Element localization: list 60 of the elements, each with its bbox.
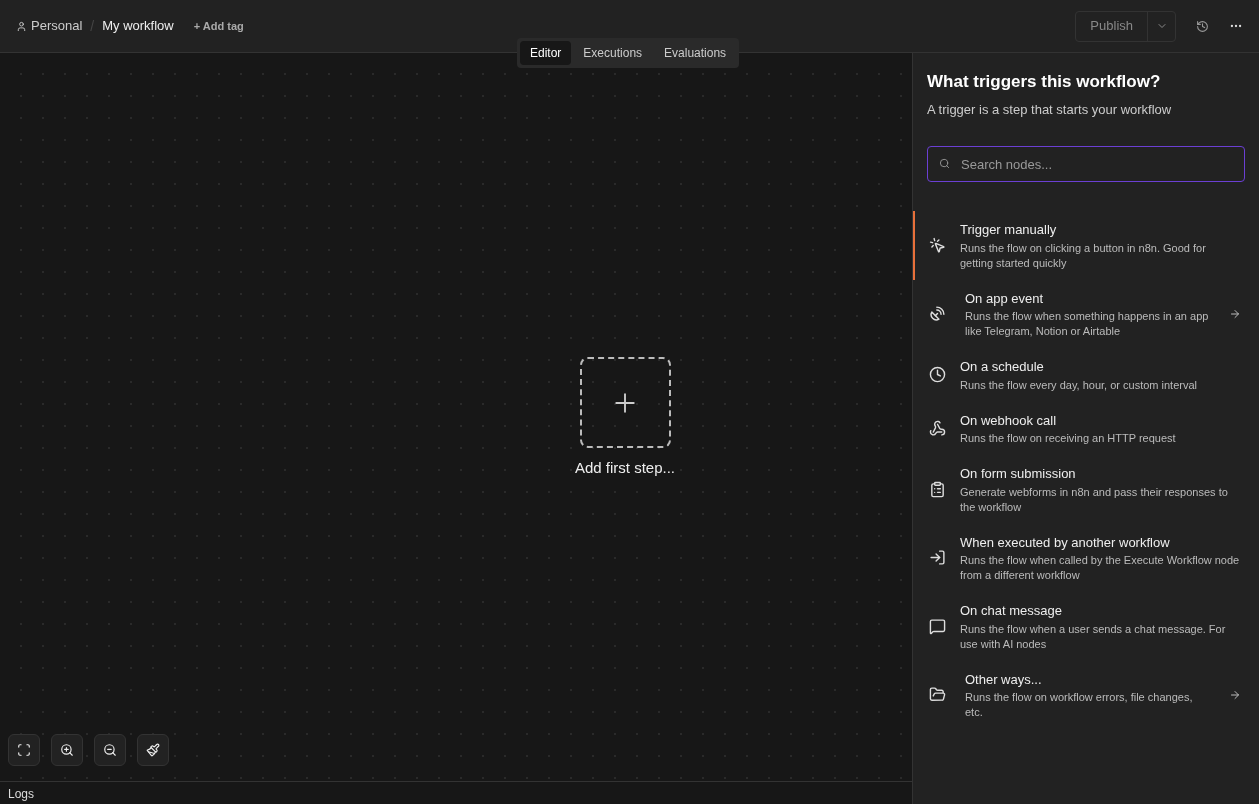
trigger-description: Runs the flow when called by the Execute Workflow node from a different workflow <box>960 553 1241 583</box>
breadcrumb-separator: / <box>90 16 95 36</box>
trigger-description: Runs the flow on receiving an HTTP request <box>960 431 1177 446</box>
trigger-description: Runs the flow on workflow errors, file changes, etc. <box>965 690 1194 720</box>
history-icon[interactable] <box>1196 19 1209 33</box>
workflow-name[interactable]: My workflow <box>102 16 174 36</box>
add-step-button[interactable] <box>579 357 671 448</box>
add-tag-button[interactable]: + Add tag <box>193 17 244 35</box>
trigger-item[interactable]: Other ways... Runs the flow on workflow errors, file changes, etc. <box>913 660 1259 729</box>
arrow-right-icon <box>1229 688 1241 701</box>
zoom-out-button[interactable] <box>94 734 126 766</box>
zoom-out-icon <box>103 743 117 757</box>
tidy-up-button[interactable] <box>137 734 169 766</box>
trigger-description: Generate webforms in n8n and pass their responses to the workflow <box>960 484 1229 515</box>
zoom-in-button[interactable] <box>51 734 83 766</box>
enter-arrow-icon <box>929 549 946 567</box>
clipboard-icon <box>929 480 946 498</box>
view-tab[interactable]: Executions <box>573 41 653 65</box>
add-step-label: Add first step... <box>575 458 676 478</box>
trigger-title: On a schedule <box>960 358 1045 376</box>
panel-title: What triggers this workflow? <box>926 71 1162 93</box>
trigger-item[interactable]: On form submission Generate webforms in n8n and pass their responses to the workflow <box>913 455 1259 524</box>
trigger-description: Runs the flow when a user sends a chat message. For use with AI nodes <box>960 621 1227 652</box>
project-link[interactable]: Personal <box>16 16 83 36</box>
publish-button[interactable]: Publish <box>1076 11 1148 41</box>
folder-icon <box>929 686 946 704</box>
view-tab[interactable]: Editor <box>520 41 572 65</box>
logs-label: Logs <box>8 786 35 803</box>
arrow-right-icon <box>1229 307 1241 320</box>
trigger-description: Runs the flow every day, hour, or custom interval <box>960 377 1198 393</box>
panel-subtitle: A trigger is a step that starts your workflow <box>926 100 1173 119</box>
trigger-title: On app event <box>965 289 1045 308</box>
trigger-item[interactable]: On app event Runs the flow when something happens in an app like Telegram, Notion or Airtable <box>913 279 1259 348</box>
fit-view-button[interactable] <box>8 734 40 766</box>
webhook-icon <box>929 419 946 437</box>
trigger-item[interactable]: On webhook call Runs the flow on receiving an HTTP request <box>913 401 1259 455</box>
pointer-click-icon <box>929 236 946 254</box>
trigger-title: On chat message <box>960 602 1063 620</box>
view-tab[interactable]: Evaluations <box>654 41 737 65</box>
trigger-title: Trigger manually <box>960 221 1058 239</box>
logs-bar[interactable]: Logs <box>0 781 912 804</box>
trigger-title: On form submission <box>960 465 1077 483</box>
trigger-title: When executed by another workflow <box>960 533 1171 552</box>
trigger-item[interactable]: When executed by another workflow Runs the flow when called by the Execute Workflow node from a different workflow <box>913 523 1259 592</box>
clock-icon <box>929 366 946 384</box>
trigger-item[interactable]: On chat message Runs the flow when a user sends a chat message. For use with AI nodes <box>913 592 1259 661</box>
user-icon <box>16 20 27 32</box>
satellite-dish-icon <box>929 305 946 323</box>
brush-icon <box>146 743 160 757</box>
chat-bubble-icon <box>929 617 946 635</box>
fit-view-icon <box>17 743 31 757</box>
trigger-title: On webhook call <box>960 411 1058 430</box>
trigger-description: Runs the flow when something happens in an app like Telegram, Notion or Airtable <box>965 309 1210 339</box>
trigger-title: Other ways... <box>965 670 1043 689</box>
trigger-item[interactable]: On a schedule Runs the flow every day, hour, or custom interval <box>913 348 1259 402</box>
search-icon <box>939 158 950 169</box>
zoom-in-icon <box>60 743 74 757</box>
search-field[interactable]: Search nodes... <box>927 146 1245 182</box>
trigger-item[interactable]: Trigger manually Runs the flow on clicking a button in n8n. Good for getting started quickly <box>913 211 1259 280</box>
trigger-description: Runs the flow on clicking a button in n8n. Good for getting started quickly <box>960 240 1207 271</box>
